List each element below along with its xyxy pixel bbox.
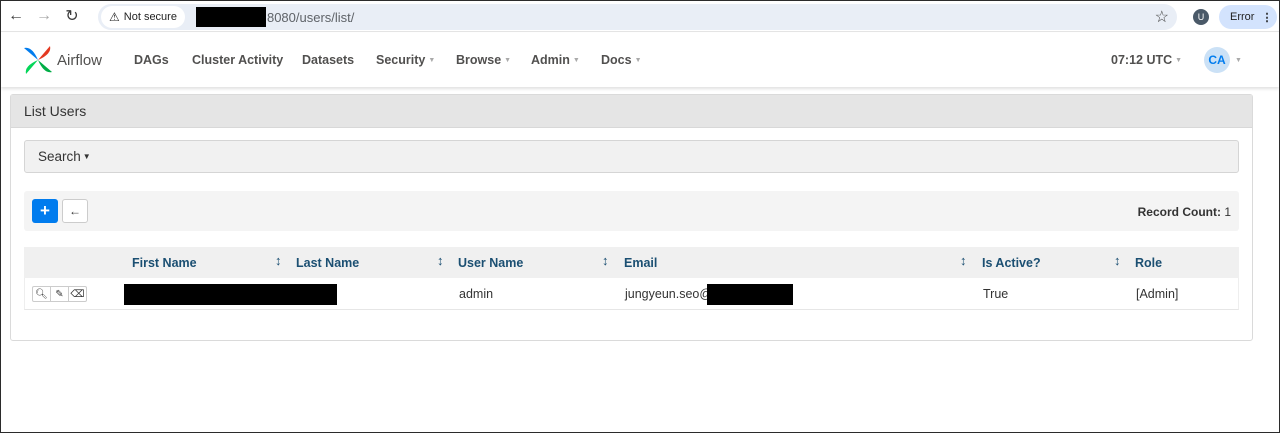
- sort-icon[interactable]: ↕: [602, 253, 609, 268]
- airflow-logo-icon: [24, 46, 52, 74]
- list-users-panel: List Users Search ▼ + ← Record Count: 1 …: [10, 94, 1253, 341]
- nav-datasets[interactable]: Datasets: [302, 53, 354, 67]
- forward-arrow-icon[interactable]: →: [31, 3, 57, 29]
- record-count-label: Record Count:: [1137, 205, 1221, 219]
- nav-dags[interactable]: DAGs: [134, 53, 169, 67]
- delete-record-button[interactable]: ⌫: [68, 286, 87, 302]
- nav-browse-label: Browse: [456, 53, 502, 67]
- column-header-user-name[interactable]: User Name: [458, 256, 523, 270]
- nav-security-label: Security: [376, 53, 426, 67]
- caret-down-icon: ▼: [82, 152, 91, 161]
- nav-security[interactable]: Security ▼: [376, 53, 435, 67]
- add-user-button[interactable]: +: [32, 199, 58, 223]
- column-header-role[interactable]: Role: [1135, 256, 1162, 270]
- security-chip[interactable]: ⚠ Not secure: [101, 6, 185, 28]
- back-arrow-icon[interactable]: ←: [3, 3, 29, 29]
- search-icon: 🔍︎: [35, 288, 48, 300]
- column-header-is-active[interactable]: Is Active?: [982, 256, 1041, 270]
- trash-icon: ⌫: [70, 288, 85, 300]
- nav-admin-label: Admin: [531, 53, 570, 67]
- utc-clock[interactable]: 07:12 UTC ▼: [1111, 53, 1182, 67]
- user-avatar[interactable]: CA: [1204, 47, 1230, 73]
- sort-icon[interactable]: ↕: [437, 253, 444, 268]
- error-button[interactable]: Error ⋮: [1219, 5, 1277, 29]
- brand-link[interactable]: Airflow: [22, 44, 102, 76]
- address-bar[interactable]: ⚠ Not secure 8080/users/list/ ☆: [98, 4, 1177, 30]
- clock-label: 07:12 UTC: [1111, 53, 1173, 67]
- column-header-last-name[interactable]: Last Name: [296, 256, 359, 270]
- caret-down-icon[interactable]: ▼: [1235, 57, 1242, 64]
- profile-avatar[interactable]: U: [1193, 9, 1209, 25]
- nav-cluster-activity-label: Cluster Activity: [192, 53, 284, 67]
- caret-down-icon: ▼: [634, 57, 642, 65]
- airflow-navbar: Airflow DAGs Cluster Activity Datasets S…: [1, 33, 1279, 87]
- security-label: Not secure: [123, 11, 177, 23]
- column-header-email[interactable]: Email: [624, 256, 657, 270]
- nav-datasets-label: Datasets: [302, 53, 355, 67]
- nav-docs-label: Docs: [601, 53, 632, 67]
- caret-down-icon: ▼: [572, 57, 580, 65]
- cell-email-text: jungyeun.seo@: [625, 287, 713, 301]
- edit-record-button[interactable]: ✎: [50, 286, 69, 302]
- users-table: First Name ↕ Last Name ↕ User Name ↕ Ema…: [24, 247, 1239, 310]
- sort-icon[interactable]: ↕: [1114, 253, 1121, 268]
- arrow-left-icon: ←: [69, 204, 81, 218]
- view-record-button[interactable]: 🔍︎: [32, 286, 51, 302]
- caret-down-icon: ▼: [1175, 57, 1183, 65]
- column-header-first-name[interactable]: First Name: [132, 256, 197, 270]
- browser-toolbar: ← → ↻ ⚠ Not secure 8080/users/list/ ☆ U …: [1, 1, 1279, 32]
- brand-text: Airflow: [57, 51, 103, 69]
- table-header: First Name ↕ Last Name ↕ User Name ↕ Ema…: [24, 247, 1239, 278]
- record-count-value: 1: [1224, 205, 1231, 219]
- nav-docs[interactable]: Docs ▼: [601, 53, 642, 67]
- cell-role: [Admin]: [1136, 287, 1179, 301]
- row-actions: 🔍︎ ✎ ⌫: [32, 286, 87, 302]
- redacted-email-domain: [707, 284, 793, 305]
- back-button[interactable]: ←: [62, 199, 88, 223]
- action-bar: + ← Record Count: 1: [24, 191, 1239, 231]
- plus-icon: +: [40, 201, 50, 220]
- nav-admin[interactable]: Admin ▼: [531, 53, 580, 67]
- cell-email: jungyeun.seo@: [625, 287, 712, 301]
- redacted-host: [195, 7, 266, 27]
- caret-down-icon: ▼: [504, 57, 512, 65]
- record-count: Record Count: 1: [1138, 205, 1231, 219]
- caret-down-icon: ▼: [428, 57, 436, 65]
- nav-dags-label: DAGs: [134, 53, 169, 67]
- search-toggle[interactable]: Search ▼: [24, 140, 1239, 173]
- bookmark-star-icon[interactable]: ☆: [1155, 7, 1169, 27]
- redacted-name: [124, 284, 337, 305]
- error-label: Error: [1230, 11, 1255, 23]
- reload-icon[interactable]: ↻: [59, 3, 85, 29]
- nav-browse[interactable]: Browse ▼: [456, 53, 511, 67]
- sort-icon[interactable]: ↕: [960, 253, 967, 268]
- cell-user-name: admin: [459, 287, 494, 301]
- warning-icon: ⚠: [109, 10, 120, 24]
- cell-is-active: True: [983, 287, 1009, 301]
- nav-cluster-activity[interactable]: Cluster Activity: [192, 53, 283, 67]
- url-text: 8080/users/list/: [266, 9, 355, 25]
- sort-icon[interactable]: ↕: [275, 253, 282, 268]
- search-label: Search: [38, 149, 81, 164]
- more-vert-icon: ⋮: [1261, 11, 1272, 24]
- panel-title: List Users: [11, 95, 1252, 128]
- table-row: 🔍︎ ✎ ⌫ admin jungyeun.seo@ True [Admin]: [24, 278, 1239, 310]
- edit-icon: ✎: [55, 288, 64, 300]
